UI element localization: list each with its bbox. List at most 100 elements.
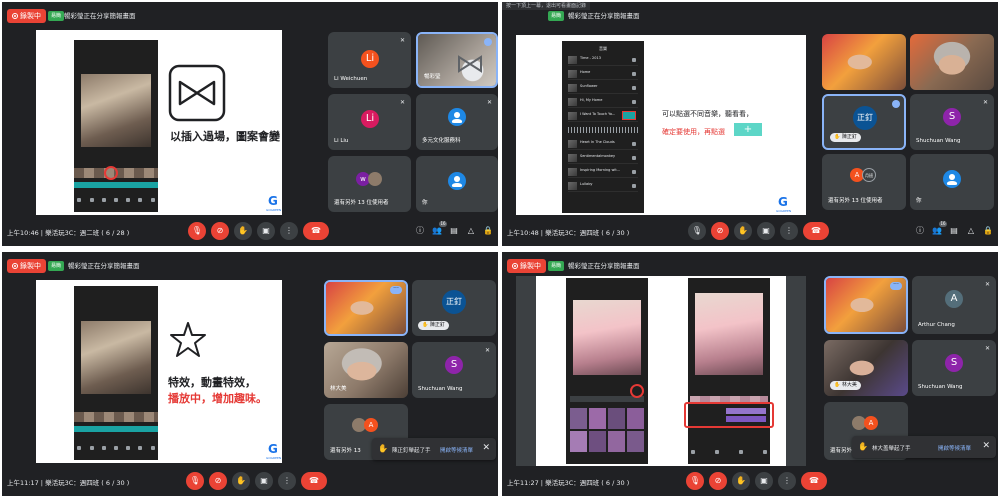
music-row[interactable]: Hi, My Home — [568, 97, 638, 108]
participant-tile[interactable] — [822, 34, 906, 90]
more-options-button[interactable]: ⋮ — [278, 472, 296, 490]
music-header: 音樂 — [599, 46, 607, 51]
music-row-selected[interactable]: I Want To Touch Yo... — [568, 111, 638, 122]
close-icon[interactable]: ✕ — [982, 441, 990, 451]
leave-call-button[interactable]: ☎ — [303, 222, 329, 240]
participant-tile[interactable]: S ✕ Shuchuan Wang — [412, 342, 496, 398]
participant-tile-speaking[interactable]: 正釘 ✋ 陳正釘 — [822, 94, 906, 150]
participant-tile[interactable]: 正釘 ✋ 陳正釘 — [412, 280, 496, 336]
self-tile[interactable]: 你 — [910, 154, 994, 210]
participant-tile[interactable] — [910, 34, 994, 90]
participant-video — [822, 34, 906, 90]
plus-icon: + — [734, 123, 762, 136]
more-participants-tile[interactable]: w 還有另外 13 位使用者 — [328, 156, 411, 212]
raise-hand-button[interactable]: ✋ — [234, 222, 252, 240]
participant-tile[interactable]: ✋ 林大美 — [824, 340, 908, 396]
people-icon[interactable]: 👥 16 — [432, 221, 447, 236]
hand-icon: ✋ — [378, 444, 388, 453]
music-row[interactable]: Sunflower — [568, 83, 638, 94]
top-bar: 易簡 暢彩瑩正在分享簡報畫面 — [502, 2, 998, 30]
activities-icon[interactable]: △ — [466, 226, 476, 236]
more-options-button[interactable]: ⋮ — [778, 472, 796, 490]
leave-call-button[interactable]: ☎ — [301, 472, 327, 490]
participant-tile-speaking[interactable]: ··· — [324, 280, 408, 336]
activities-icon[interactable]: △ — [966, 226, 976, 236]
music-row[interactable]: Heart In The Clouds — [568, 139, 638, 150]
meet-window-thursday-music: 按一下頂上一幕，退出可看畫面記錄 易簡 暢彩瑩正在分享簡報畫面 音樂 Time … — [502, 2, 998, 246]
info-icon[interactable]: ⓘ — [915, 226, 925, 236]
camera-toggle-button[interactable]: ⊘ — [709, 472, 727, 490]
record-icon — [12, 263, 18, 269]
use-music-button[interactable] — [622, 111, 636, 120]
camera-toggle-button[interactable]: ⊘ — [711, 222, 729, 240]
slide: 特效，動畫特效， 播放中，增加趣味。 G GOGREEN — [36, 280, 282, 463]
lock-icon[interactable]: 🔒 — [483, 226, 493, 236]
recording-badge[interactable]: 錄製中 — [7, 9, 46, 23]
chat-icon[interactable]: ▤ — [449, 226, 459, 236]
leave-call-button[interactable]: ☎ — [801, 472, 827, 490]
participant-tile-presenter[interactable]: 暢彩瑩 — [416, 32, 498, 88]
participant-tile[interactable]: Li ✕ Li Weichuen — [328, 32, 411, 88]
audio-track — [74, 182, 158, 188]
open-queue-link[interactable]: 開啟等候清單 — [440, 446, 473, 454]
raise-hand-button[interactable]: ✋ — [734, 222, 752, 240]
star-effect-icon — [170, 322, 206, 357]
participant-tile[interactable]: S ✕ Shuchuan Wang — [912, 340, 996, 396]
participant-name: Li Liu — [334, 138, 349, 144]
present-button[interactable]: ▣ — [255, 472, 273, 490]
raise-hand-button[interactable]: ✋ — [232, 472, 250, 490]
leave-call-button[interactable]: ☎ — [803, 222, 829, 240]
participant-name: Arthur Chang — [918, 322, 955, 328]
mic-off-icon: ✕ — [399, 37, 406, 44]
meeting-info: 上午11:27 | 樂活玩3C：週四班 ( 6 / 30 ) — [507, 479, 630, 487]
editor-toolbar — [77, 198, 155, 206]
camera-toggle-button[interactable]: ⊘ — [211, 222, 229, 240]
info-icon[interactable]: ⓘ — [415, 226, 425, 236]
close-icon[interactable]: ✕ — [482, 443, 490, 453]
participant-tile[interactable]: ✕ 多元文化服務科 — [416, 94, 498, 150]
mic-off-icon: ✕ — [486, 99, 493, 106]
raise-hand-button[interactable]: ✋ — [732, 472, 750, 490]
camera-toggle-button[interactable]: ⊘ — [209, 472, 227, 490]
bottom-bar: 上午10:48 | 樂活玩3C：週四班 ( 6 / 30 ) 🎙 ⊘ ✋ ▣ ⋮… — [502, 216, 998, 246]
gogreen-logo-text: GOGREEN — [266, 208, 282, 212]
participant-tile-speaking[interactable]: ··· — [824, 276, 908, 334]
music-row[interactable]: Home — [568, 69, 638, 80]
mic-toggle-button[interactable]: 🎙 — [686, 472, 704, 490]
mic-off-icon: ✕ — [399, 99, 406, 106]
mic-toggle-button[interactable]: 🎙 — [688, 222, 706, 240]
participant-tile[interactable]: 林大美 — [324, 342, 408, 398]
present-button[interactable]: ▣ — [257, 222, 275, 240]
music-row[interactable]: Inspiring Morning wit... — [568, 167, 638, 178]
recording-badge[interactable]: 錄製中 — [507, 259, 546, 273]
participant-name: 暢彩瑩 — [424, 74, 441, 80]
more-options-button[interactable]: ⋮ — [780, 222, 798, 240]
present-button[interactable]: ▣ — [757, 222, 775, 240]
mini-avatar-class: 月班 — [862, 168, 876, 182]
chat-icon[interactable]: ▤ — [949, 226, 959, 236]
present-button[interactable]: ▣ — [755, 472, 773, 490]
more-options-button[interactable]: ⋮ — [280, 222, 298, 240]
self-tile[interactable]: 你 — [416, 156, 498, 212]
music-row[interactable]: Lullaby — [568, 181, 638, 192]
more-icon[interactable]: ··· — [890, 282, 902, 290]
open-queue-link[interactable]: 開啟等候清單 — [938, 444, 971, 452]
recording-badge[interactable]: 錄製中 — [7, 259, 46, 273]
participant-tile[interactable]: A ✕ Arthur Chang — [912, 276, 996, 334]
music-row[interactable]: Time - 2013 — [568, 55, 638, 66]
call-controls: 🎙 ⊘ ✋ ▣ ⋮ ☎ — [186, 472, 327, 490]
gogreen-logo: G — [268, 194, 278, 208]
video-preview — [80, 74, 152, 147]
participant-tile[interactable]: Li ✕ Li Liu — [328, 94, 411, 150]
mini-avatar-photo — [368, 172, 382, 186]
more-participants-tile[interactable]: A 月班 還有另外 13 位使用者 — [822, 154, 906, 210]
music-row[interactable]: Sentimentalmonkey — [568, 153, 638, 164]
mic-toggle-button[interactable]: 🎙 — [186, 472, 204, 490]
more-icon[interactable]: ··· — [390, 286, 402, 294]
mic-toggle-button[interactable]: 🎙 — [188, 222, 206, 240]
participant-tile[interactable]: S ✕ Shuchuan Wang — [910, 94, 994, 150]
people-icon[interactable]: 👥 16 — [932, 221, 947, 236]
raised-hand-toast: ✋ 陳正釘舉起了手 開啟等候清單 ✕ — [372, 438, 496, 460]
raised-hand-chip: ✋ 林大美 — [830, 381, 861, 390]
lock-icon[interactable]: 🔒 — [983, 226, 993, 236]
